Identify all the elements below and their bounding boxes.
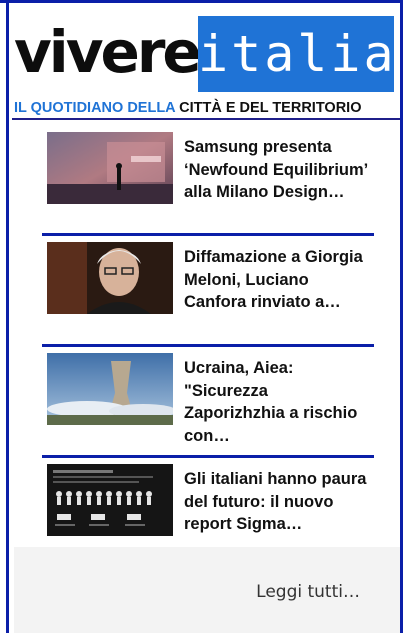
logo-italia-box: italia: [198, 16, 394, 92]
logo-tagline: IL QUOTIDIANO DELLA CITTÀ E DEL TERRITOR…: [14, 98, 361, 118]
article-item-1[interactable]: Samsung presenta ‘Newfound Equilibrium’ …: [42, 130, 374, 232]
logo-italia-text: italia: [198, 25, 397, 83]
article-thumbnail-3[interactable]: [47, 353, 173, 425]
design-exhibition-image: [47, 132, 173, 204]
left-border: [6, 0, 9, 633]
article-item-2[interactable]: Diffamazione a Giorgia Meloni, Luciano C…: [42, 240, 374, 342]
article-divider-2: [42, 344, 374, 347]
article-divider-3: [42, 455, 374, 458]
article-thumbnail-4[interactable]: [47, 464, 173, 536]
article-title-3[interactable]: Ucraina, Aiea: "Sicurezza Zaporizhzhia a…: [184, 357, 370, 447]
article-item-3[interactable]: Ucraina, Aiea: "Sicurezza Zaporizhzhia a…: [42, 351, 374, 453]
portrait-image: [47, 242, 173, 314]
infographic-image: [47, 464, 173, 536]
article-title-2[interactable]: Diffamazione a Giorgia Meloni, Luciano C…: [184, 246, 370, 314]
article-title-1[interactable]: Samsung presenta ‘Newfound Equilibrium’ …: [184, 136, 370, 204]
logo-vivere-text: vivere: [14, 18, 202, 86]
article-divider-1: [42, 233, 374, 236]
tagline-part1: IL QUOTIDIANO DELLA: [14, 100, 176, 116]
article-thumbnail-2[interactable]: [47, 242, 173, 314]
news-widget: vivere italia IL QUOTIDIANO DELLA CITTÀ …: [0, 0, 403, 633]
read-all-link[interactable]: Leggi tutti…: [256, 581, 360, 603]
logo-divider: [12, 118, 400, 120]
tagline-part2: CITTÀ E DEL TERRITORIO: [179, 100, 362, 116]
footer-bar: Leggi tutti…: [14, 547, 400, 633]
article-thumbnail-1[interactable]: [47, 132, 173, 204]
top-border: [0, 0, 403, 3]
site-logo[interactable]: vivere italia IL QUOTIDIANO DELLA CITTÀ …: [12, 8, 396, 120]
article-title-4[interactable]: Gli italiani hanno paura del futuro: il …: [184, 468, 370, 536]
power-plant-image: [47, 353, 173, 425]
